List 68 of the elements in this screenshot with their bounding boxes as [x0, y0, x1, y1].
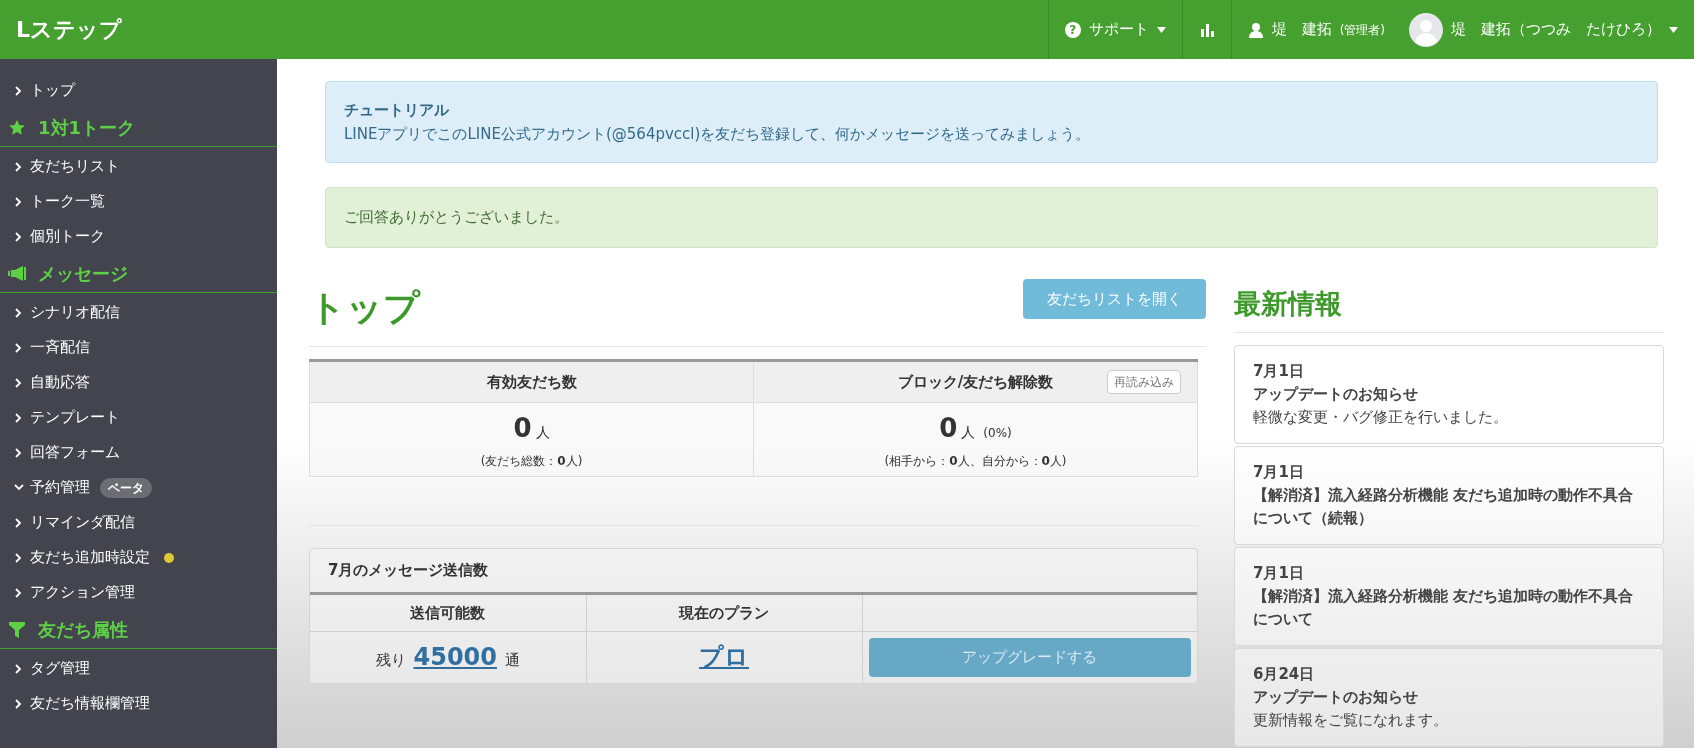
reload-button[interactable]: 再読み込み [1107, 370, 1181, 394]
star-icon [8, 118, 26, 136]
avatar-icon [1409, 12, 1443, 47]
column-header: 現在のプラン [679, 603, 769, 622]
stat-percent: (0%) [983, 425, 1012, 442]
account-name: 堤 建拓（つつみ たけひろ） [1451, 19, 1661, 41]
news-card[interactable]: 7月1日 アップデートのお知らせ 軽微な変更・バグ修正を行いました。 [1234, 345, 1664, 444]
user-icon [1247, 21, 1264, 38]
help-icon: ? [1064, 21, 1081, 38]
alert-message: ご回答ありがとうございました。 [344, 207, 569, 229]
news-title: アップデートのお知らせ [1253, 384, 1419, 405]
column-header: 有効友だち数 [486, 371, 577, 393]
sidebar-item[interactable]: リマインダ配信 [0, 505, 277, 540]
news-date: 6月24日 [1253, 664, 1316, 685]
stat-detail: (友だち総数：0人) [479, 453, 584, 470]
news-card[interactable]: 7月1日 【解消済】流入経路分析機能 友だち追加時の動作不具合について（続報） [1234, 446, 1664, 545]
user-name: 堤 建拓 [1271, 19, 1332, 41]
sidebar-item[interactable]: 自動応答 [0, 365, 277, 400]
sidebar-item[interactable]: 友だち追加時設定 [0, 540, 277, 575]
panel-title: 7月のメッセージ送信数 [310, 549, 1197, 595]
megaphone-icon [8, 264, 26, 282]
stat-unit: 人 [961, 423, 976, 442]
sidebar-item[interactable]: アクション管理 [0, 575, 277, 610]
sidebar-item[interactable]: 予約管理 ベータ [0, 470, 277, 505]
news-card[interactable]: 7月1日 【解消済】流入経路分析機能 友だち追加時の動作不具合について [1234, 547, 1664, 646]
unit-label: 通 [505, 650, 520, 672]
caret-icon [1156, 26, 1166, 33]
plan-link[interactable]: プロ [699, 643, 749, 672]
section-label: メッセージ [38, 261, 128, 286]
news-card[interactable]: 6月24日 アップデートのお知らせ 更新情報をご覧になれます。 [1234, 648, 1664, 747]
sidebar-item[interactable]: トーク一覧 [0, 184, 277, 219]
news-title: アップデートのお知らせ [1253, 687, 1419, 708]
stat-value: 0 [513, 412, 532, 445]
bar-chart-icon [1198, 22, 1215, 37]
support-label: サポート [1088, 19, 1149, 41]
sidebar-item[interactable]: 一斉配信 [0, 330, 277, 365]
remaining-label: 残り [375, 650, 406, 672]
news-date: 7月1日 [1253, 361, 1305, 382]
filter-icon [8, 620, 26, 638]
column-header: 送信可能数 [410, 603, 486, 622]
news-title: 【解消済】流入経路分析機能 友だち追加時の動作不具合について（続報） [1253, 485, 1635, 529]
sidebar-item[interactable]: 回答フォーム [0, 435, 277, 470]
sidebar-item[interactable]: 友だち情報欄管理 [0, 686, 277, 721]
sidebar-item[interactable]: 友だちリスト [0, 149, 277, 184]
page-title: トップ [309, 286, 420, 330]
news-date: 7月1日 [1253, 563, 1305, 584]
news-body: 更新情報をご覧になれます。 [1253, 710, 1449, 731]
count-link[interactable]: 45000 [413, 639, 497, 676]
news-date: 7月1日 [1253, 462, 1305, 483]
news-body: 軽微な変更・バグ修正を行いました。 [1253, 407, 1509, 428]
stat-unit: 人 [535, 423, 550, 442]
section-label: 1対1トーク [38, 115, 136, 140]
news-title: 【解消済】流入経路分析機能 友だち追加時の動作不具合について [1253, 586, 1635, 630]
section-label: 友だち属性 [38, 617, 128, 642]
stat-detail: (相手から：0人、自分から：0人) [883, 453, 1068, 470]
column-header: ブロック/友だち解除数 [897, 371, 1054, 393]
sidebar-item[interactable]: テンプレート [0, 400, 277, 435]
alert-message: LINEアプリでこのLINE公式アカウント(@564pvccl)を友だち登録して、何かメッセージを送ってみましょう。 [344, 124, 1092, 145]
sidebar-item[interactable]: 個別トーク [0, 219, 277, 254]
alert-title: チュートリアル [344, 100, 450, 121]
beta-badge: ベータ [100, 477, 152, 498]
user-role: (管理者) [1339, 21, 1385, 39]
stat-value: 0 [939, 412, 958, 445]
sidebar-item[interactable]: タグ管理 [0, 651, 277, 686]
sidebar-item[interactable]: トップ [0, 73, 277, 108]
sidebar-item[interactable]: シナリオ配信 [0, 295, 277, 330]
caret-icon [1669, 26, 1678, 33]
section-title: 最新情報 [1234, 286, 1342, 321]
